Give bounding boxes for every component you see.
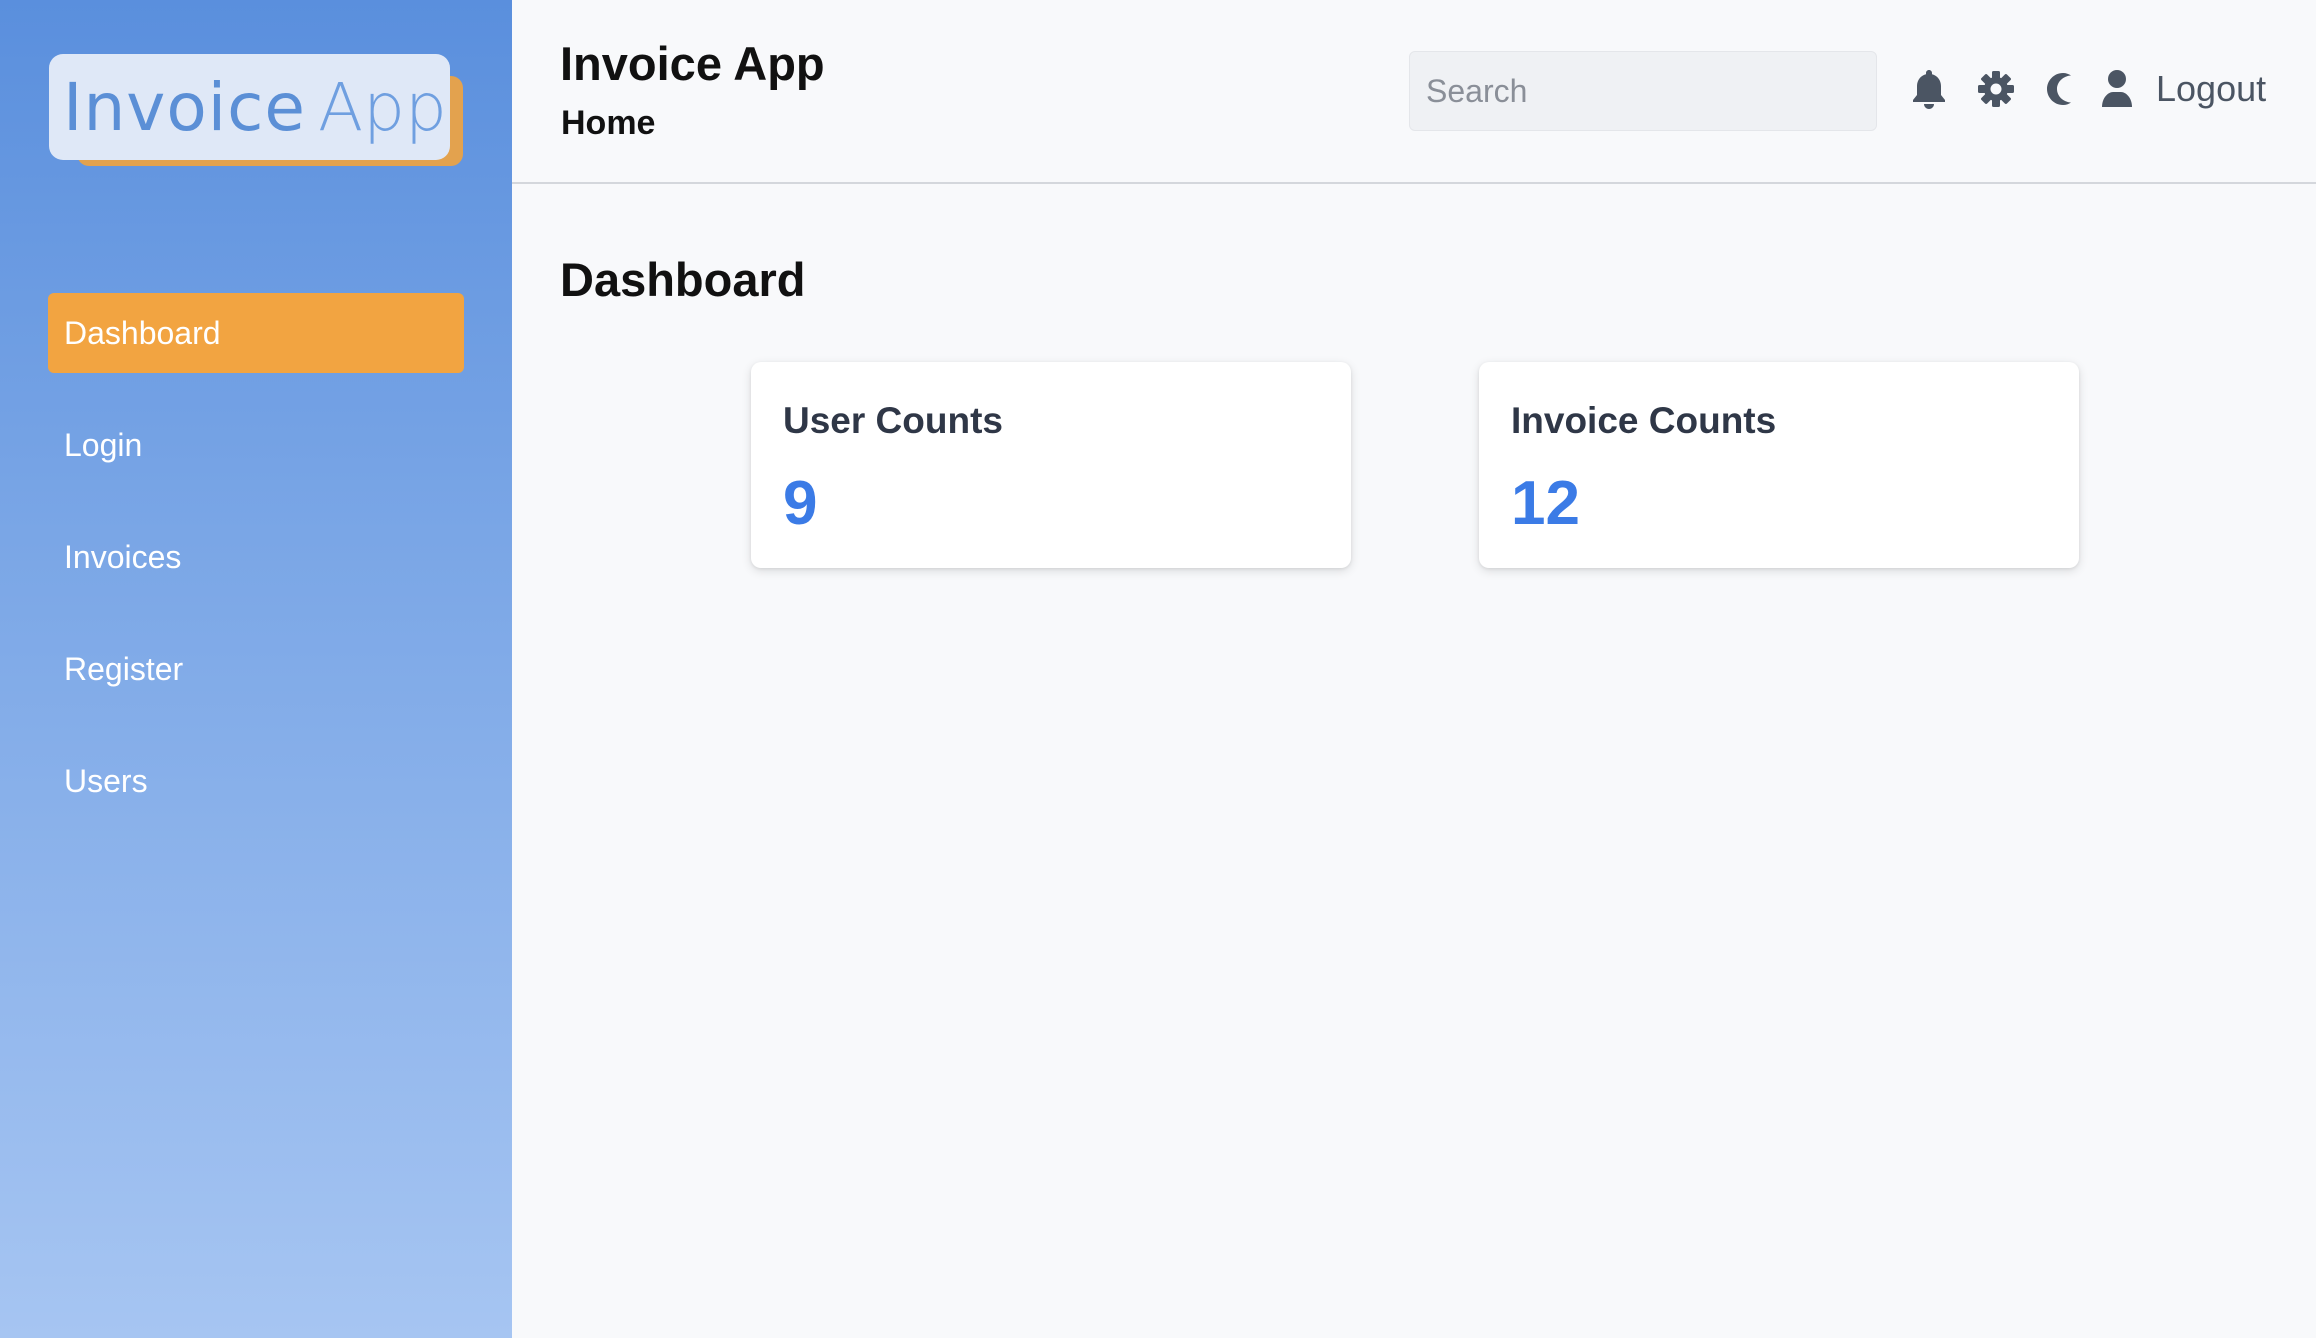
card-value: 9 xyxy=(783,469,818,538)
sidebar-item-users[interactable]: Users xyxy=(48,741,464,821)
sidebar-item-label: Register xyxy=(64,650,184,687)
logo-word-app: App xyxy=(317,68,447,146)
sidebar-item-label: Users xyxy=(64,762,148,799)
moon-icon[interactable] xyxy=(2036,64,2080,114)
sidebar: Invoice App Dashboard Login Invoices Reg… xyxy=(0,0,512,1338)
card-title: Invoice Counts xyxy=(1511,400,1777,441)
sidebar-item-login[interactable]: Login xyxy=(48,405,464,485)
search-input[interactable] xyxy=(1409,51,1877,131)
sidebar-item-label: Dashboard xyxy=(64,314,221,351)
logout-button[interactable]: Logout xyxy=(2156,68,2266,110)
breadcrumb: Home xyxy=(561,104,656,142)
logo-word-invoice: Invoice xyxy=(63,68,306,146)
logo-card: Invoice App xyxy=(49,54,450,160)
sidebar-item-dashboard[interactable]: Dashboard xyxy=(48,293,464,373)
sidebar-item-label: Login xyxy=(64,426,143,463)
card-title: User Counts xyxy=(783,400,1003,441)
user-icon[interactable] xyxy=(2095,64,2139,114)
app-root: Invoice App Dashboard Login Invoices Reg… xyxy=(0,0,2316,1338)
invoice-counts-card: Invoice Counts 12 xyxy=(1479,362,2079,568)
page-title: Dashboard xyxy=(560,253,806,306)
top-header: Invoice App Home Search Logout xyxy=(512,0,2316,184)
bell-icon[interactable] xyxy=(1907,64,1951,114)
sidebar-item-label: Invoices xyxy=(64,538,182,575)
sidebar-item-register[interactable]: Register xyxy=(48,629,464,709)
user-counts-card: User Counts 9 xyxy=(751,362,1351,568)
sidebar-item-invoices[interactable]: Invoices xyxy=(48,517,464,597)
app-logo[interactable]: Invoice App xyxy=(49,54,464,168)
gear-icon[interactable] xyxy=(1974,64,2018,114)
card-value: 12 xyxy=(1511,469,1580,538)
sidebar-nav: Dashboard Login Invoices Register Users xyxy=(48,293,464,853)
app-title: Invoice App xyxy=(560,37,825,90)
